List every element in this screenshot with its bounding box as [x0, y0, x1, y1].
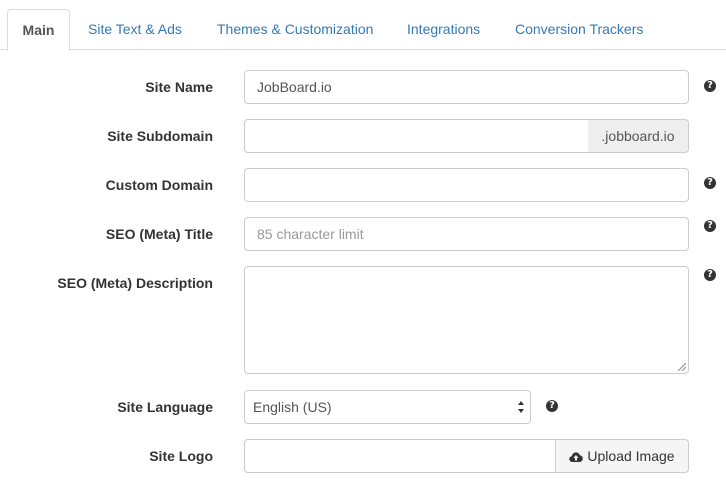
site-name-input[interactable]: JobBoard.io: [244, 70, 689, 104]
custom-domain-input[interactable]: [244, 168, 689, 202]
site-logo-input[interactable]: [244, 439, 556, 473]
cloud-upload-icon: [569, 452, 584, 462]
tab-integrations[interactable]: Integrations: [407, 9, 480, 50]
upload-image-button[interactable]: Upload Image: [555, 439, 689, 473]
tab-main[interactable]: Main: [7, 9, 70, 51]
tab-site-text-ads[interactable]: Site Text & Ads: [88, 9, 182, 50]
seo-title-label: SEO (Meta) Title: [105, 226, 213, 242]
question-circle-icon[interactable]: ?: [704, 80, 716, 92]
site-language-select[interactable]: English (US): [244, 390, 531, 424]
question-circle-icon[interactable]: ?: [704, 177, 716, 189]
site-subdomain-input[interactable]: [244, 119, 589, 153]
question-circle-icon[interactable]: ?: [546, 400, 558, 412]
seo-description-label: SEO (Meta) Description: [57, 275, 213, 291]
tab-conversion-trackers[interactable]: Conversion Trackers: [515, 9, 643, 50]
select-arrows-icon: [518, 401, 524, 413]
tab-bar: Main Site Text & Ads Themes & Customizat…: [0, 0, 726, 51]
seo-description-textarea[interactable]: [244, 266, 689, 374]
site-language-label: Site Language: [117, 399, 213, 415]
subdomain-suffix-addon: .jobboard.io: [588, 119, 689, 153]
site-subdomain-label: Site Subdomain: [107, 128, 213, 144]
question-circle-icon[interactable]: ?: [704, 269, 716, 281]
site-name-label: Site Name: [145, 79, 213, 95]
site-language-selected: English (US): [253, 399, 332, 415]
resize-grip-icon[interactable]: [678, 363, 686, 371]
site-logo-label: Site Logo: [149, 448, 213, 464]
question-circle-icon[interactable]: ?: [704, 220, 716, 232]
upload-image-label: Upload Image: [587, 448, 675, 464]
seo-title-input[interactable]: 85 character limit: [244, 217, 689, 251]
custom-domain-label: Custom Domain: [105, 177, 213, 193]
tab-themes-customization[interactable]: Themes & Customization: [217, 9, 373, 50]
